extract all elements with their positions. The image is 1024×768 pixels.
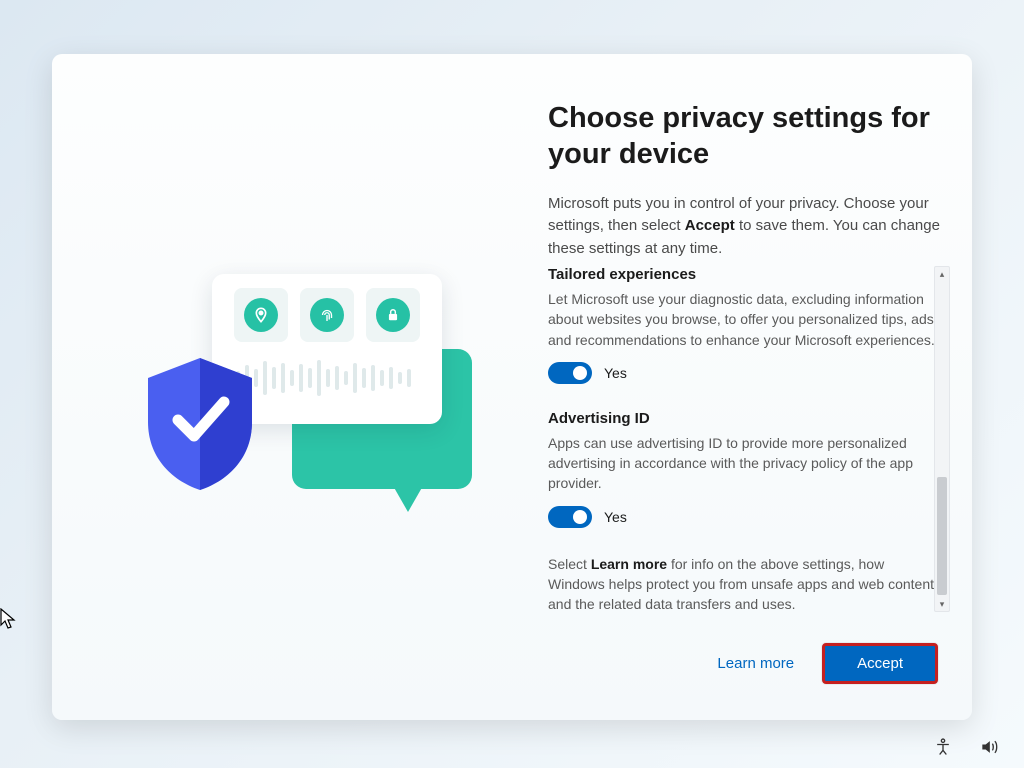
advertising-id-toggle[interactable] xyxy=(548,506,592,528)
mouse-cursor-icon xyxy=(0,608,16,630)
header-block: Choose privacy settings for your device … xyxy=(548,100,948,260)
system-tray xyxy=(930,734,1002,760)
learn-text-bold: Learn more xyxy=(591,556,667,572)
shield-check-icon xyxy=(140,354,260,494)
waveform-shape xyxy=(236,360,411,396)
footer-actions: Learn more Accept xyxy=(711,643,938,684)
location-pin-icon xyxy=(234,288,288,342)
page-subtitle: Microsoft puts you in control of your pr… xyxy=(548,193,948,261)
learn-more-button[interactable]: Learn more xyxy=(711,645,800,682)
scrollbar-thumb[interactable] xyxy=(937,477,947,595)
setting-description: Let Microsoft use your diagnostic data, … xyxy=(548,289,938,350)
learn-more-paragraph: Select Learn more for info on the above … xyxy=(548,554,938,610)
setting-advertising-id: Advertising ID Apps can use advertising … xyxy=(548,410,938,528)
accessibility-icon[interactable] xyxy=(930,734,956,760)
oobe-card: Choose privacy settings for your device … xyxy=(52,54,972,720)
lock-icon xyxy=(366,288,420,342)
chat-bubble-tail xyxy=(392,484,424,512)
settings-scroll-area[interactable]: Tailored experiences Let Microsoft use y… xyxy=(548,266,938,610)
volume-icon[interactable] xyxy=(976,734,1002,760)
learn-text-pre: Select xyxy=(548,556,591,572)
tailored-experiences-toggle[interactable] xyxy=(548,362,592,384)
accept-button[interactable]: Accept xyxy=(822,643,938,684)
setting-tailored-experiences: Tailored experiences Let Microsoft use y… xyxy=(548,266,938,384)
toggle-value-label: Yes xyxy=(604,365,627,381)
setting-title: Tailored experiences xyxy=(548,266,938,283)
scroll-down-button[interactable]: ▾ xyxy=(935,597,949,611)
scrollbar-track[interactable]: ▴ ▾ xyxy=(934,266,950,612)
setting-description: Apps can use advertising ID to provide m… xyxy=(548,433,938,494)
subtitle-bold: Accept xyxy=(685,217,735,234)
toggle-value-label: Yes xyxy=(604,509,627,525)
scroll-up-button[interactable]: ▴ xyxy=(935,267,949,281)
setting-title: Advertising ID xyxy=(548,410,938,427)
page-title: Choose privacy settings for your device xyxy=(548,100,948,173)
fingerprint-icon xyxy=(300,288,354,342)
privacy-illustration xyxy=(102,274,472,554)
